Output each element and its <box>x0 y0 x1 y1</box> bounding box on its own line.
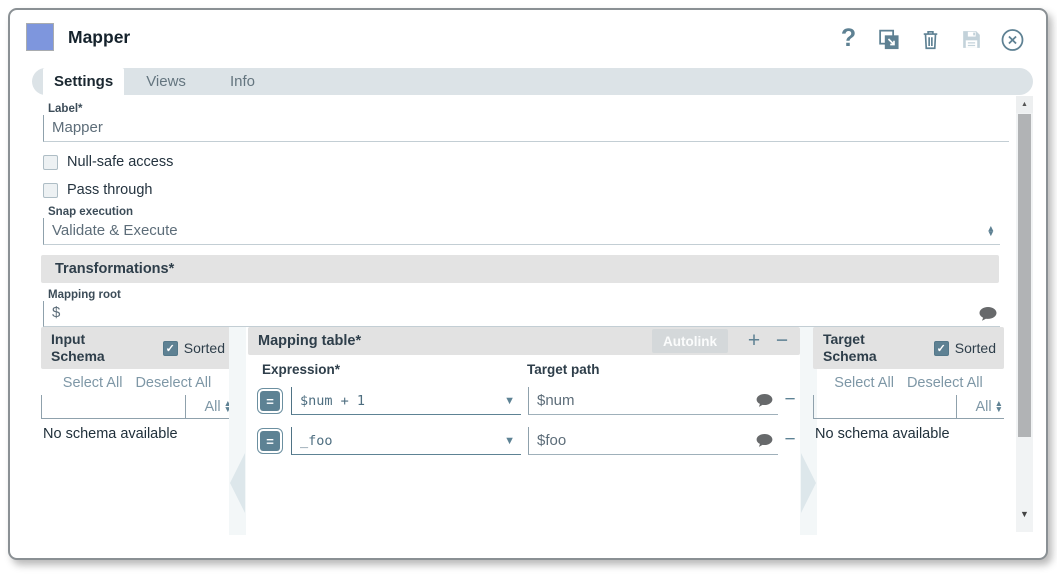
equals-icon: = <box>260 391 280 411</box>
mapper-dialog: Mapper ? <box>8 8 1048 560</box>
target-schema-links: Select All Deselect All <box>813 369 1004 395</box>
remove-row-icon[interactable]: − <box>772 329 792 353</box>
scroll-up-icon[interactable]: ▲ <box>1016 96 1033 113</box>
input-schema-scope-select[interactable]: All ▲▼ <box>185 395 233 418</box>
pass-through-label: Pass through <box>67 182 152 198</box>
expression-column-header: Expression* <box>262 362 527 377</box>
check-icon: ✓ <box>937 342 946 355</box>
target-path-value: $foo <box>537 432 752 449</box>
label-field <box>43 115 1009 142</box>
stepper-icon[interactable]: ▲▼ <box>987 226 1000 237</box>
comment-icon[interactable] <box>979 307 997 321</box>
mapping-table-panel: Mapping table* Autolink + − Expression* … <box>248 327 800 461</box>
tab-info[interactable]: Info <box>208 68 277 95</box>
dropdown-icon[interactable]: ▼ <box>504 395 515 407</box>
label-field-label: Label* <box>48 103 83 115</box>
input-deselect-all-link[interactable]: Deselect All <box>135 375 211 391</box>
chevron-left-icon <box>230 453 245 513</box>
mapping-table-header: Mapping table* Autolink + − <box>248 327 800 355</box>
scrollbar-thumb[interactable] <box>1018 114 1031 437</box>
delete-icon[interactable] <box>918 27 943 52</box>
input-schema-empty-text: No schema available <box>41 426 233 442</box>
snap-icon <box>26 23 54 51</box>
target-sorted-checkbox[interactable]: ✓ <box>934 341 949 356</box>
help-icon[interactable]: ? <box>836 27 861 52</box>
target-path-field[interactable]: $num <box>528 387 778 415</box>
expression-field[interactable]: $num + 1 ▼ <box>291 387 521 415</box>
autolink-button[interactable]: Autolink <box>652 329 728 353</box>
target-path-value: $num <box>537 392 752 409</box>
target-schema-panel: Target Schema ✓ Sorted Select All Desele… <box>813 327 1004 442</box>
transformations-section-header: Transformations* <box>41 255 999 283</box>
input-select-all-link[interactable]: Select All <box>63 375 123 391</box>
target-deselect-all-link[interactable]: Deselect All <box>907 375 983 391</box>
mapping-root-label: Mapping root <box>48 289 121 301</box>
close-icon[interactable] <box>1000 27 1025 52</box>
pass-through-row: Pass through <box>43 182 152 198</box>
null-safe-row: Null-safe access <box>43 154 173 170</box>
input-schema-filter-row: All ▲▼ <box>41 395 233 419</box>
duplicate-icon[interactable] <box>877 27 902 52</box>
comment-icon[interactable] <box>756 434 773 447</box>
label-input[interactable] <box>44 117 1009 140</box>
mapping-row: = $num + 1 ▼ $num − <box>248 387 800 421</box>
expression-value: _foo <box>300 433 504 449</box>
mapping-root-input[interactable] <box>44 302 975 325</box>
snap-execution-value: Validate & Execute <box>44 220 987 243</box>
input-sorted-checkbox[interactable]: ✓ <box>163 341 178 356</box>
null-safe-checkbox[interactable] <box>43 155 58 170</box>
input-schema-title: Input Schema <box>51 331 115 366</box>
null-safe-label: Null-safe access <box>67 154 173 170</box>
dialog-title: Mapper <box>68 27 130 48</box>
target-path-field[interactable]: $foo <box>528 427 778 455</box>
target-sorted-label: Sorted <box>955 340 996 356</box>
target-schema-header: Target Schema ✓ Sorted <box>813 327 1004 369</box>
snap-execution-label: Snap execution <box>48 206 133 218</box>
tab-settings[interactable]: Settings <box>43 68 124 95</box>
dropdown-icon[interactable]: ▼ <box>504 435 515 447</box>
tab-bar: Settings Views Info <box>32 68 1033 95</box>
input-sorted-control: ✓ Sorted <box>163 340 225 356</box>
input-sorted-label: Sorted <box>184 340 225 356</box>
input-schema-panel: Input Schema ✓ Sorted Select All Deselec… <box>41 327 233 442</box>
equals-icon: = <box>260 431 280 451</box>
delete-row-icon[interactable]: − <box>782 387 798 413</box>
scroll-down-icon[interactable]: ▼ <box>1016 505 1033 522</box>
mapping-root-field <box>43 301 1000 327</box>
dialog-header: Mapper <box>26 23 130 51</box>
vertical-scrollbar[interactable]: ▲ ▼ <box>1016 96 1033 532</box>
save-icon[interactable] <box>959 27 984 52</box>
expression-value: $num + 1 <box>300 393 504 409</box>
target-schema-empty-text: No schema available <box>813 426 1004 442</box>
input-schema-header: Input Schema ✓ Sorted <box>41 327 233 369</box>
check-icon: ✓ <box>166 342 175 355</box>
add-row-icon[interactable]: + <box>744 329 764 353</box>
mapping-table-columns: Expression* Target path <box>248 357 800 381</box>
target-schema-filter-input[interactable] <box>813 395 956 418</box>
tab-views[interactable]: Views <box>124 68 208 95</box>
collapse-input-schema-handle[interactable] <box>229 327 246 535</box>
pass-through-checkbox[interactable] <box>43 183 58 198</box>
snap-execution-select[interactable]: Validate & Execute ▲▼ <box>43 218 1000 245</box>
expression-field[interactable]: _foo ▼ <box>291 427 521 455</box>
target-select-all-link[interactable]: Select All <box>834 375 894 391</box>
mapping-row: = _foo ▼ $foo − <box>248 427 800 461</box>
chevron-right-icon <box>801 453 816 513</box>
target-schema-filter-row: All ▲▼ <box>813 395 1004 419</box>
stepper-icon[interactable]: ▲▼ <box>995 401 1004 412</box>
comment-icon[interactable] <box>756 394 773 407</box>
expression-toggle-button[interactable]: = <box>257 428 283 454</box>
mapping-table-title: Mapping table* <box>258 333 652 349</box>
target-schema-scope-select[interactable]: All ▲▼ <box>956 395 1004 418</box>
input-schema-filter-input[interactable] <box>41 395 185 418</box>
dialog-toolbar: ? <box>836 27 1025 52</box>
target-column-header: Target path <box>527 362 600 377</box>
expression-toggle-button[interactable]: = <box>257 388 283 414</box>
target-sorted-control: ✓ Sorted <box>934 340 996 356</box>
delete-row-icon[interactable]: − <box>782 427 798 453</box>
input-schema-links: Select All Deselect All <box>41 369 233 395</box>
target-schema-title: Target Schema <box>823 331 887 366</box>
